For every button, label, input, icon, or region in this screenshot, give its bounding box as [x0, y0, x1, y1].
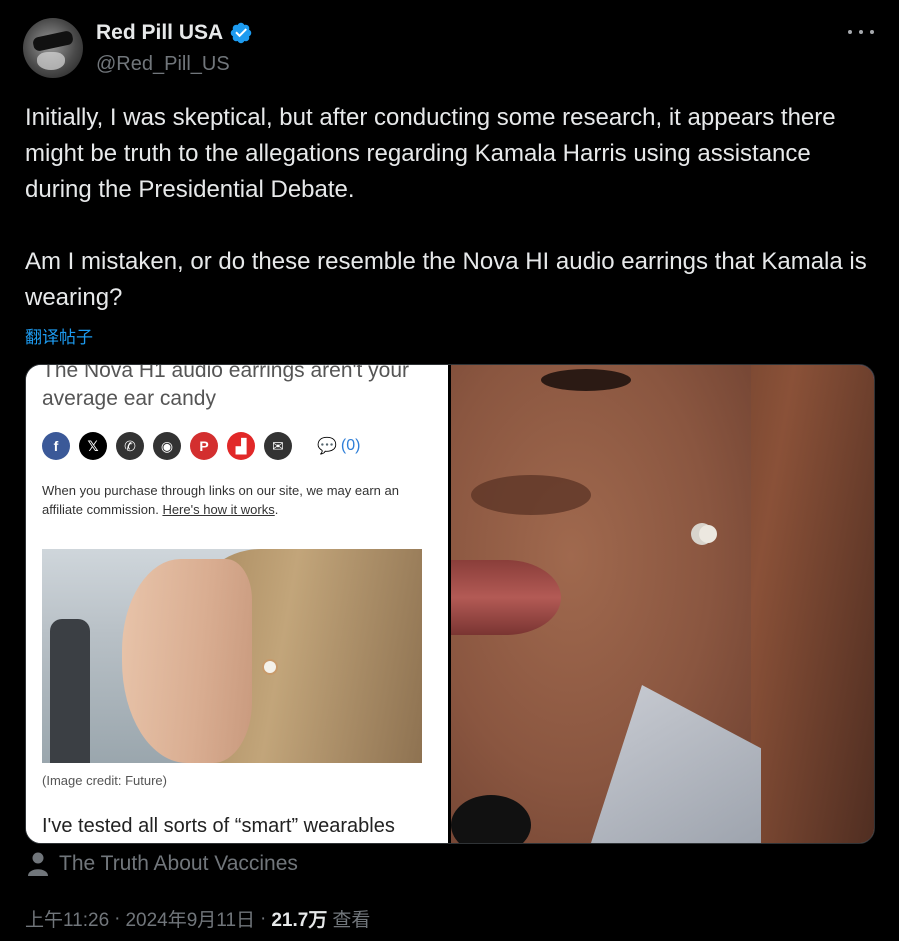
author-name-row: Red Pill USA	[96, 21, 253, 45]
affiliate-link: Here's how it works	[162, 502, 275, 517]
tweet-media[interactable]: The Nova H1 audio earrings aren't your a…	[25, 364, 875, 844]
community-label: The Truth About Vaccines	[59, 852, 298, 875]
more-options-icon[interactable]	[848, 22, 874, 42]
eye	[541, 369, 631, 391]
article-comments: 💬 (0)	[317, 436, 360, 456]
pearl-earring	[699, 525, 717, 543]
views-label: 查看	[332, 910, 371, 931]
person-icon	[28, 852, 48, 876]
tweet-meta: 上午11:26 · 2024年9月11日 · 21.7万 查看	[25, 905, 370, 932]
tweet-date[interactable]: 2024年9月11日	[125, 905, 255, 932]
email-icon: ✉	[264, 432, 292, 460]
tweet-time[interactable]: 上午11:26	[25, 905, 109, 932]
background-person	[50, 619, 90, 763]
verified-badge-icon	[230, 22, 252, 44]
views-count: 21.7万	[271, 910, 328, 931]
image-credit: (Image credit: Future)	[42, 773, 167, 788]
whatsapp-icon: ✆	[116, 432, 144, 460]
avatar-face	[37, 52, 65, 70]
facebook-icon: f	[42, 432, 70, 460]
article-screenshot-image[interactable]: The Nova H1 audio earrings aren't your a…	[26, 365, 448, 843]
meta-separator: ·	[114, 907, 121, 929]
closeup-photo[interactable]	[451, 365, 874, 843]
article-share-row: f 𝕏 ✆ ◉ P ▟ ✉ 💬 (0)	[42, 432, 360, 460]
article-headline: The Nova H1 audio earrings aren't your a…	[42, 365, 410, 410]
avatar[interactable]	[23, 18, 83, 78]
affiliate-disclaimer: When you purchase through links on our s…	[42, 483, 399, 517]
author-display-name[interactable]: Red Pill USA	[96, 21, 223, 45]
tweet-text: Initially, I was skeptical, but after co…	[25, 104, 867, 311]
article-photo	[42, 549, 422, 763]
lips	[451, 560, 561, 635]
author-handle[interactable]: @Red_Pill_US	[96, 53, 230, 76]
x-icon: 𝕏	[79, 432, 107, 460]
translate-post-link[interactable]: 翻译帖子	[25, 323, 93, 348]
earring	[264, 661, 276, 673]
article-body-start: I've tested all sorts of “smart” wearabl…	[42, 815, 395, 837]
reddit-icon: ◉	[153, 432, 181, 460]
woman-profile	[122, 559, 252, 763]
tweet: Red Pill USA @Red_Pill_US Initially, I w…	[0, 0, 899, 941]
avatar-sunglasses	[31, 29, 75, 53]
comment-icon: 💬	[317, 438, 337, 455]
comment-count: (0)	[340, 437, 361, 454]
community-tag[interactable]: The Truth About Vaccines	[27, 851, 298, 877]
nose	[471, 475, 591, 515]
meta-separator: ·	[260, 907, 267, 929]
flipboard-icon: ▟	[227, 432, 255, 460]
pinterest-icon: P	[190, 432, 218, 460]
